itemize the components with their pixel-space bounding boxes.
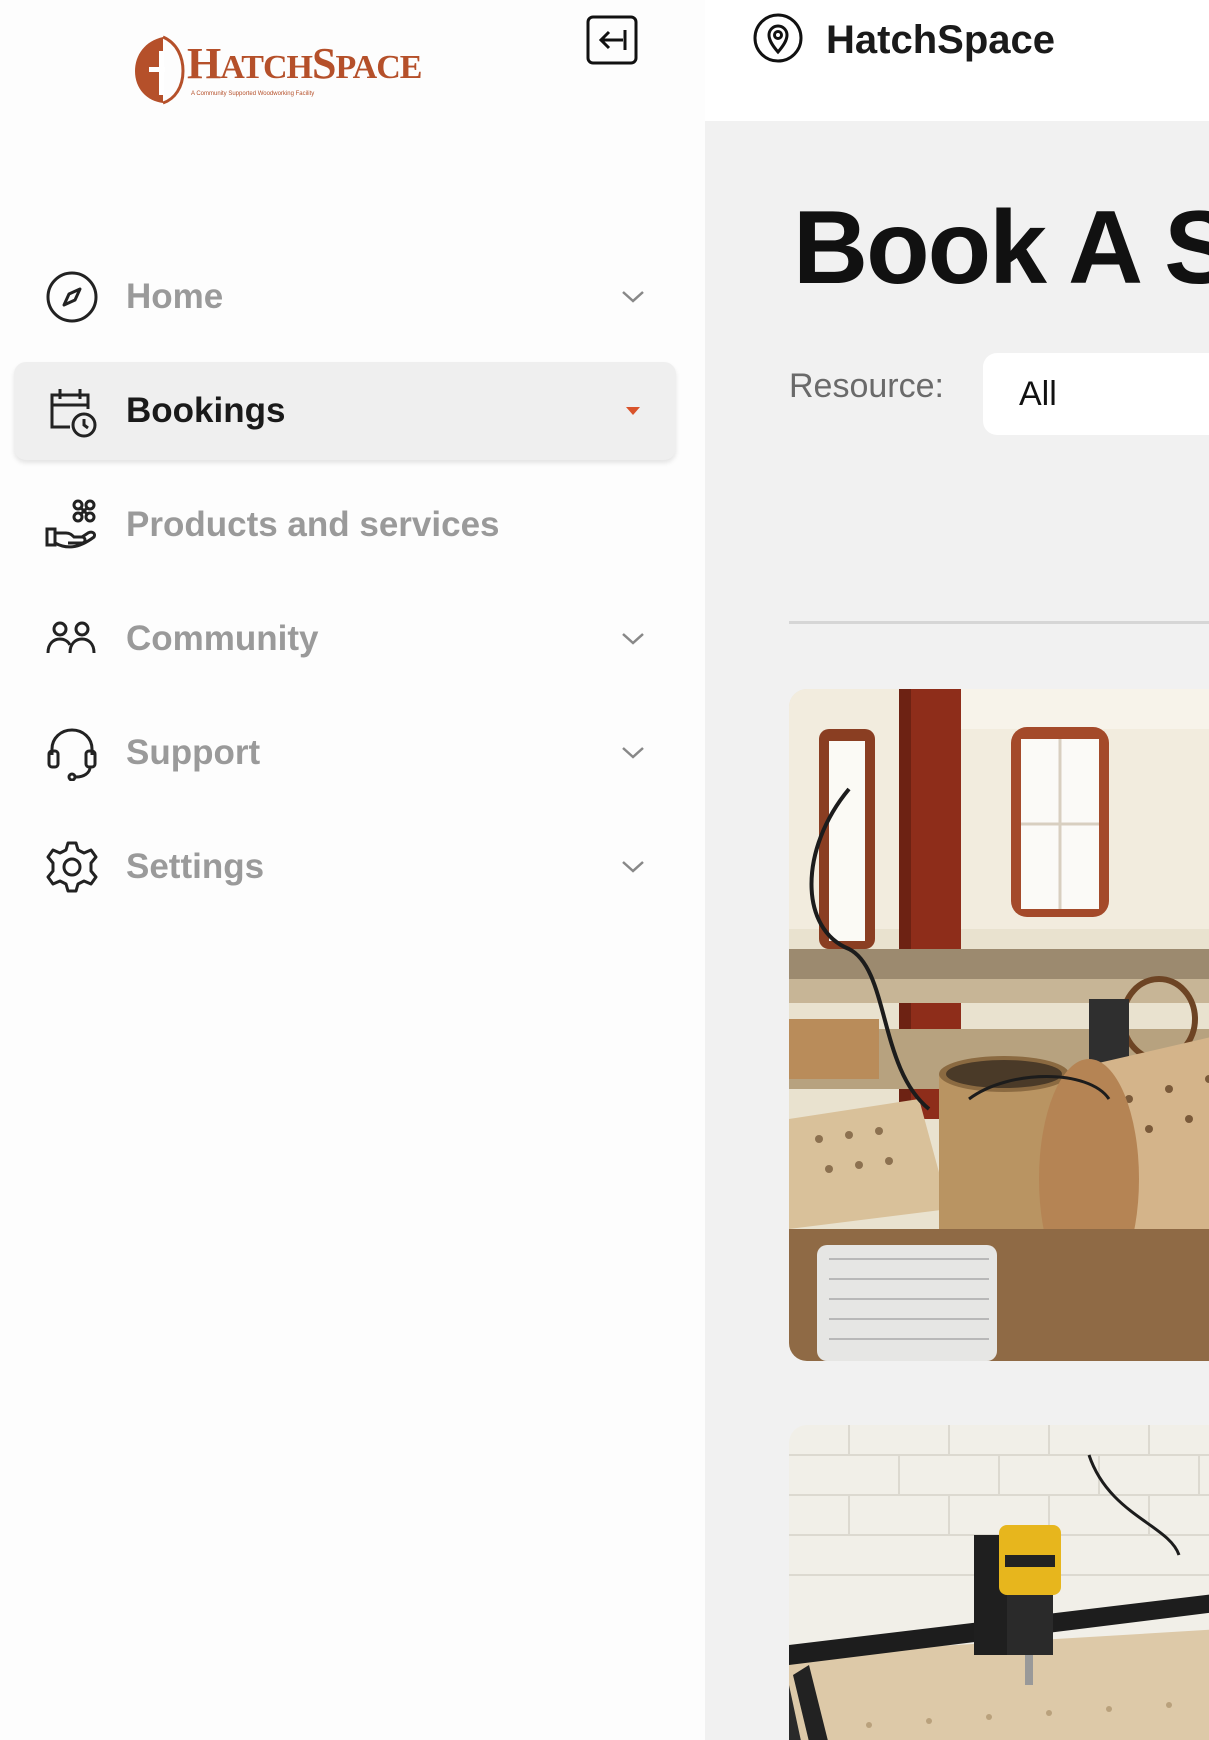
page-title: Book A S bbox=[793, 190, 1209, 306]
location-selector[interactable]: HatchSpace bbox=[752, 12, 1055, 68]
location-name: HatchSpace bbox=[826, 17, 1055, 62]
sidebar-item-home[interactable]: Home bbox=[14, 248, 676, 346]
logo-tagline: A Community Supported Woodworking Facili… bbox=[191, 91, 315, 97]
collapse-sidebar-button[interactable] bbox=[585, 14, 639, 66]
sidebar-item-label: Products and services bbox=[126, 505, 500, 544]
compass-icon bbox=[44, 269, 100, 325]
logo-mark-icon bbox=[133, 33, 185, 105]
divider bbox=[789, 621, 1209, 624]
hatchspace-logo[interactable]: HATCHSPACE A Community Supported Woodwor… bbox=[133, 32, 422, 106]
space-card-image[interactable] bbox=[789, 1425, 1209, 1740]
chevron-down-icon[interactable] bbox=[618, 852, 648, 882]
space-card-image[interactable] bbox=[789, 689, 1209, 1361]
sidebar-item-settings[interactable]: Settings bbox=[14, 818, 676, 916]
sidebar-item-label: Bookings bbox=[126, 391, 286, 430]
workshop-photo bbox=[789, 689, 1209, 1361]
resource-filter-select[interactable]: All bbox=[983, 353, 1209, 435]
hand-products-icon bbox=[44, 497, 100, 553]
calendar-clock-icon bbox=[44, 383, 100, 439]
sidebar-item-label: Settings bbox=[126, 847, 265, 886]
caret-down-icon[interactable] bbox=[618, 396, 648, 426]
sidebar-item-bookings[interactable]: Bookings bbox=[14, 362, 676, 460]
sidebar-item-products-and-services[interactable]: Products and services bbox=[14, 476, 676, 574]
sidebar-item-label: Support bbox=[126, 733, 261, 772]
sidebar-item-label: Home bbox=[126, 277, 224, 316]
cnc-machine-photo bbox=[789, 1425, 1209, 1740]
sidebar-item-community[interactable]: Community bbox=[14, 590, 676, 688]
people-icon bbox=[44, 611, 100, 667]
chevron-down-icon[interactable] bbox=[618, 738, 648, 768]
location-pin-icon bbox=[752, 12, 804, 69]
logo-wordmark: HATCHSPACE bbox=[187, 39, 422, 88]
headset-icon bbox=[44, 725, 100, 781]
main-content: Book A S Resource: All bbox=[705, 121, 1209, 1740]
sidebar: HATCHSPACE A Community Supported Woodwor… bbox=[0, 0, 705, 1740]
resource-filter-label: Resource: bbox=[789, 367, 944, 405]
gear-icon bbox=[44, 839, 100, 895]
chevron-down-icon[interactable] bbox=[618, 624, 648, 654]
resource-filter-value: All bbox=[1019, 374, 1057, 413]
sidebar-nav: Home Bookings Products and services Comm… bbox=[14, 248, 676, 932]
chevron-down-icon[interactable] bbox=[618, 282, 648, 312]
collapse-sidebar-icon bbox=[586, 15, 638, 65]
sidebar-item-support[interactable]: Support bbox=[14, 704, 676, 802]
sidebar-item-label: Community bbox=[126, 619, 319, 658]
